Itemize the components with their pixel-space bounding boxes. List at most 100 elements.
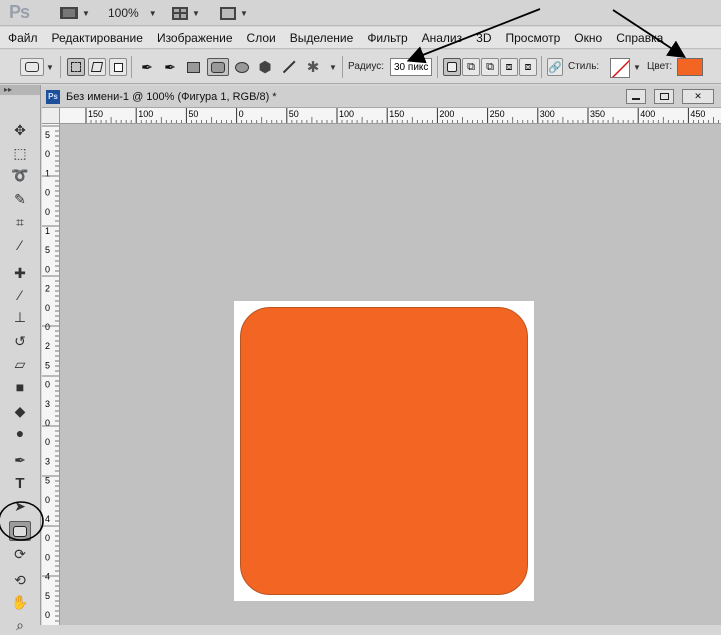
tool-eyedropper[interactable]: ⁄ bbox=[9, 235, 31, 255]
rounded-rectangle-icon bbox=[211, 61, 225, 73]
tool-brush[interactable]: ⁄ bbox=[9, 285, 31, 305]
tool-3d-rotate[interactable]: ⟳ bbox=[9, 544, 31, 564]
rounded-rectangle-tool-button[interactable] bbox=[207, 58, 229, 76]
tool-rounded-rectangle[interactable] bbox=[9, 521, 31, 541]
menu-layer[interactable]: Слои bbox=[247, 31, 276, 45]
crop-icon: ⌗ bbox=[16, 213, 24, 230]
exclude-shape-icon: ⧈ bbox=[524, 60, 532, 73]
ruler-top-label: 150 bbox=[389, 109, 404, 119]
intersect-shape-areas-button[interactable]: ⧈ bbox=[500, 58, 518, 76]
menu-image[interactable]: Изображение bbox=[157, 31, 233, 45]
tool-healing[interactable]: ✚ bbox=[9, 263, 31, 283]
tool-gradient[interactable]: ■ bbox=[9, 377, 31, 397]
document-title: Без имени-1 @ 100% (Фигура 1, RGB/8) * bbox=[66, 90, 277, 103]
paths-button[interactable] bbox=[88, 58, 106, 76]
divider bbox=[342, 56, 343, 78]
create-new-shape-layer-button[interactable] bbox=[443, 58, 461, 76]
radius-label: Радиус: bbox=[348, 61, 384, 72]
line-tool-button[interactable] bbox=[280, 58, 298, 76]
tool-blur[interactable]: ◆ bbox=[9, 401, 31, 421]
subtract-shape-area-button[interactable]: ⧉ bbox=[481, 58, 499, 76]
tool-marquee[interactable]: ⬚ bbox=[9, 143, 31, 163]
tool-path-select[interactable]: ➤ bbox=[9, 496, 31, 516]
zoom-level-dropdown[interactable]: 100% ▼ bbox=[108, 4, 157, 22]
document-canvas[interactable] bbox=[234, 301, 534, 601]
menu-filter[interactable]: Фильтр bbox=[367, 31, 407, 45]
arrange-documents-button[interactable]: ▼ bbox=[172, 4, 200, 22]
chevron-down-icon[interactable]: ▼ bbox=[633, 63, 641, 72]
rounded-rectangle-shape[interactable] bbox=[240, 307, 528, 595]
color-swatch[interactable] bbox=[677, 58, 703, 76]
dodge-icon: ● bbox=[15, 425, 25, 441]
chevron-down-icon: ▼ bbox=[240, 8, 248, 18]
menu-edit[interactable]: Редактирование bbox=[52, 31, 143, 45]
photoshop-document-icon: Ps bbox=[46, 89, 60, 104]
ruler-left-label: 3 bbox=[45, 456, 50, 466]
tool-lasso[interactable]: ➰ bbox=[9, 165, 31, 185]
tool-eraser[interactable]: ▱ bbox=[9, 354, 31, 374]
menu-analysis[interactable]: Анализ bbox=[422, 31, 463, 45]
horizontal-ruler-ticks: 150 100 50 0 50 100 150 200 250 300 350 400 450 bbox=[85, 108, 719, 123]
freeform-pen-button[interactable]: ✒ bbox=[161, 58, 179, 76]
exclude-overlapping-areas-button[interactable]: ⧈ bbox=[519, 58, 537, 76]
vertical-ruler[interactable]: 5 0 1 0 0 1 5 0 2 0 0 2 5 0 3 0 0 3 5 0 4 0 0 4 5 0 bbox=[42, 124, 60, 625]
chevron-down-icon: ▼ bbox=[192, 8, 200, 18]
link-layer-style-button[interactable]: 🔗 bbox=[547, 58, 563, 76]
ellipse-icon bbox=[235, 61, 249, 73]
menu-window[interactable]: Окно bbox=[574, 31, 602, 45]
horizontal-ruler[interactable]: 150 100 50 0 50 100 150 200 250 300 350 400 450 bbox=[60, 108, 721, 124]
custom-shape-tool-button[interactable]: ✱ bbox=[304, 58, 322, 76]
tool-quick-select[interactable]: ✎ bbox=[9, 189, 31, 209]
tool-zoom[interactable]: ⌕ bbox=[9, 615, 31, 635]
chevron-down-icon[interactable]: ▼ bbox=[46, 63, 54, 72]
tool-type[interactable]: T bbox=[9, 473, 31, 493]
chevron-down-icon[interactable]: ▼ bbox=[329, 63, 337, 72]
ruler-left-label: 3 bbox=[45, 399, 50, 409]
pen-tool-button[interactable]: ✒ bbox=[138, 58, 156, 76]
tools-panel-header[interactable]: ▸▸ bbox=[0, 85, 40, 95]
divider bbox=[437, 56, 438, 78]
tool-hand[interactable]: ✋ bbox=[9, 592, 31, 612]
new-shape-icon bbox=[447, 62, 457, 72]
fill-pixels-button[interactable] bbox=[109, 58, 127, 76]
tool-crop[interactable]: ⌗ bbox=[9, 212, 31, 232]
style-picker-swatch[interactable] bbox=[610, 58, 630, 78]
restore-button[interactable] bbox=[654, 89, 674, 104]
canvas-area[interactable] bbox=[60, 124, 721, 625]
menu-file[interactable]: Файл bbox=[8, 31, 38, 45]
ruler-top-label: 300 bbox=[540, 109, 555, 119]
ruler-left-label: 0 bbox=[45, 207, 50, 217]
ruler-top-label: 400 bbox=[640, 109, 655, 119]
fill-pixels-icon bbox=[113, 62, 123, 72]
history-brush-icon: ↺ bbox=[14, 332, 26, 349]
close-button[interactable]: ✕ bbox=[682, 89, 714, 104]
rectangle-tool-button[interactable] bbox=[184, 58, 202, 76]
menu-help[interactable]: Справка bbox=[616, 31, 663, 45]
ruler-left-label: 1 bbox=[45, 226, 50, 236]
menu-select[interactable]: Выделение bbox=[290, 31, 354, 45]
launch-bridge-button[interactable]: ▼ bbox=[60, 4, 90, 22]
document-tab[interactable]: Ps Без имени-1 @ 100% (Фигура 1, RGB/8) … bbox=[42, 86, 721, 108]
menu-view[interactable]: Просмотр bbox=[505, 31, 560, 45]
ruler-origin[interactable] bbox=[42, 108, 60, 124]
divider bbox=[131, 56, 132, 78]
tool-stamp[interactable]: ⊥ bbox=[9, 307, 31, 327]
minimize-button[interactable] bbox=[626, 89, 646, 104]
tool-preset-picker[interactable] bbox=[20, 58, 44, 76]
polygon-tool-button[interactable]: ⬢ bbox=[256, 58, 274, 76]
screen-mode-button[interactable]: ▼ bbox=[220, 4, 248, 22]
freeform-pen-icon: ✒ bbox=[164, 58, 176, 75]
shape-layers-button[interactable] bbox=[67, 58, 85, 76]
tool-move[interactable]: ✥ bbox=[9, 120, 31, 140]
tool-3d-orbit[interactable]: ⟲ bbox=[9, 570, 31, 590]
shape-layer-icon bbox=[71, 62, 81, 72]
tool-dodge[interactable]: ● bbox=[9, 423, 31, 443]
tool-history-brush[interactable]: ↺ bbox=[9, 331, 31, 351]
ellipse-tool-button[interactable] bbox=[233, 58, 251, 76]
add-to-shape-area-button[interactable]: ⧉ bbox=[462, 58, 480, 76]
pen-icon: ✒ bbox=[14, 451, 26, 468]
radius-input[interactable] bbox=[390, 58, 432, 76]
tool-pen[interactable]: ✒ bbox=[9, 450, 31, 470]
link-icon: 🔗 bbox=[548, 61, 562, 74]
menu-3d[interactable]: 3D bbox=[476, 31, 491, 45]
